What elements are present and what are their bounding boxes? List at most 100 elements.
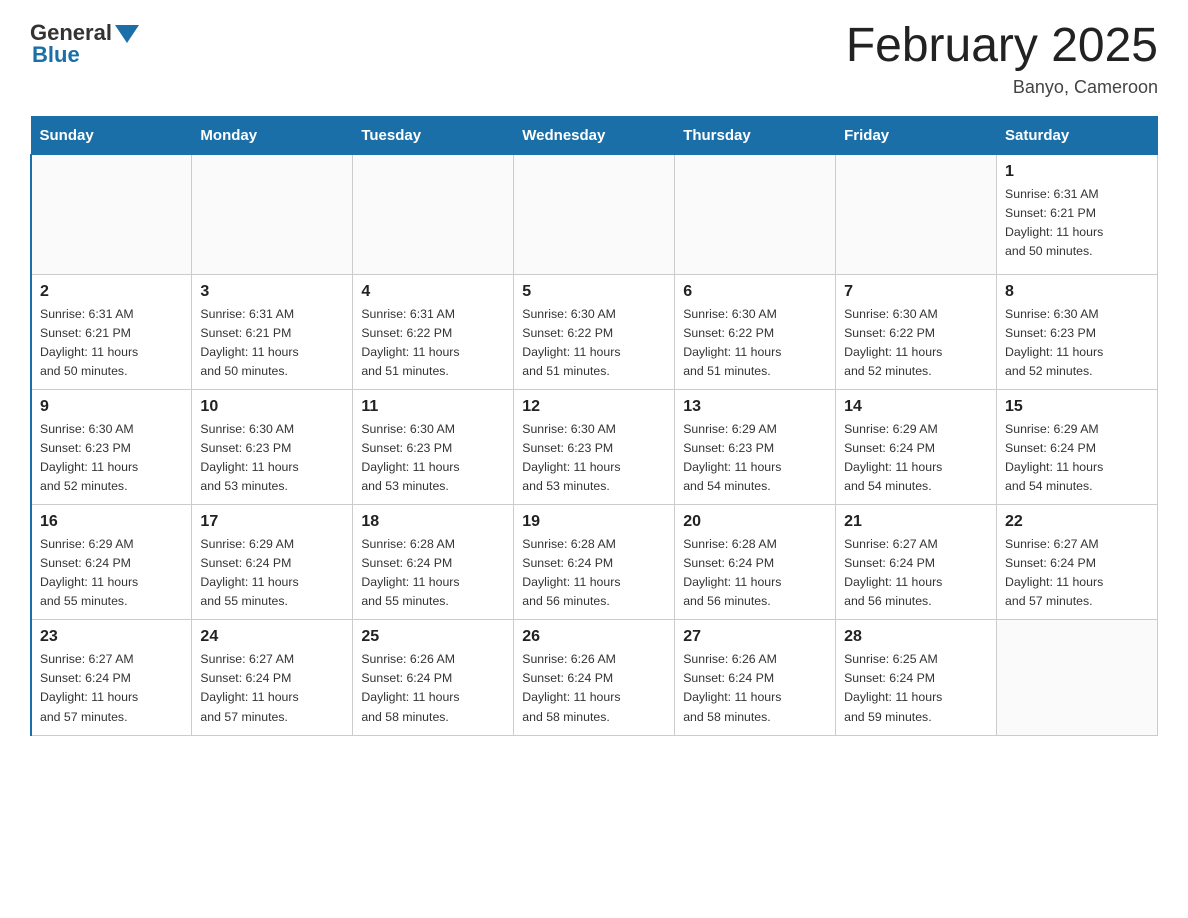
- calendar-cell: 28Sunrise: 6:25 AMSunset: 6:24 PMDayligh…: [836, 620, 997, 735]
- calendar-cell: 7 Sunrise: 6:30 AMSunset: 6:22 PMDaylight…: [836, 274, 997, 389]
- calendar-cell: 6 Sunrise: 6:30 AMSunset: 6:22 PMDaylight…: [675, 274, 836, 389]
- calendar-cell: 22 Sunrise: 6:27 AMSunset: 6:24 PMDayligh…: [997, 505, 1158, 620]
- week-row-5: 23 Sunrise: 6:27 AMSunset: 6:24 PMDayligh…: [31, 620, 1158, 735]
- calendar-cell: 1 Sunrise: 6:31 AMSunset: 6:21 PMDaylight…: [997, 154, 1158, 274]
- day-info: Sunrise: 6:30 AMSunset: 6:23 PMDaylight:…: [522, 420, 666, 496]
- title-block: February 2025 Banyo, Cameroon: [846, 20, 1158, 98]
- calendar-cell: 8 Sunrise: 6:30 AMSunset: 6:23 PMDaylight…: [997, 274, 1158, 389]
- day-number: 6: [683, 283, 827, 301]
- calendar-cell: 23 Sunrise: 6:27 AMSunset: 6:24 PMDayligh…: [31, 620, 192, 735]
- calendar-cell: 14 Sunrise: 6:29 AMSunset: 6:24 PMDayligh…: [836, 389, 997, 504]
- day-number: 26: [522, 628, 666, 646]
- day-info: Sunrise: 6:26 AMSunset: 6:24 PMDaylight:…: [361, 650, 505, 726]
- calendar-cell: 11Sunrise: 6:30 AMSunset: 6:23 PMDayligh…: [353, 389, 514, 504]
- calendar-cell: 12 Sunrise: 6:30 AMSunset: 6:23 PMDayligh…: [514, 389, 675, 504]
- calendar-title: February 2025: [846, 20, 1158, 73]
- day-info: Sunrise: 6:30 AMSunset: 6:22 PMDaylight:…: [683, 305, 827, 381]
- day-number: 27: [683, 628, 827, 646]
- calendar-cell: 4Sunrise: 6:31 AMSunset: 6:22 PMDaylight…: [353, 274, 514, 389]
- calendar-cell: 9 Sunrise: 6:30 AMSunset: 6:23 PMDaylight…: [31, 389, 192, 504]
- calendar-subtitle: Banyo, Cameroon: [846, 77, 1158, 98]
- day-info: Sunrise: 6:29 AMSunset: 6:24 PMDaylight:…: [1005, 420, 1149, 496]
- day-info: Sunrise: 6:27 AMSunset: 6:24 PMDaylight:…: [200, 650, 344, 726]
- day-info: Sunrise: 6:28 AMSunset: 6:24 PMDaylight:…: [361, 535, 505, 611]
- day-info: Sunrise: 6:27 AMSunset: 6:24 PMDaylight:…: [40, 650, 183, 726]
- calendar-cell: 3 Sunrise: 6:31 AMSunset: 6:21 PMDaylight…: [192, 274, 353, 389]
- week-row-4: 16 Sunrise: 6:29 AMSunset: 6:24 PMDayligh…: [31, 505, 1158, 620]
- calendar-cell: [353, 154, 514, 274]
- day-number: 21: [844, 513, 988, 531]
- calendar-cell: [836, 154, 997, 274]
- day-number: 25: [361, 628, 505, 646]
- day-info: Sunrise: 6:30 AMSunset: 6:23 PMDaylight:…: [1005, 305, 1149, 381]
- day-info: Sunrise: 6:30 AMSunset: 6:22 PMDaylight:…: [844, 305, 988, 381]
- day-number: 18: [361, 513, 505, 531]
- day-number: 16: [40, 513, 183, 531]
- calendar-cell: 13 Sunrise: 6:29 AMSunset: 6:23 PMDayligh…: [675, 389, 836, 504]
- weekday-header-saturday: Saturday: [997, 116, 1158, 154]
- logo: General Blue: [30, 20, 139, 68]
- day-info: Sunrise: 6:28 AMSunset: 6:24 PMDaylight:…: [522, 535, 666, 611]
- day-number: 19: [522, 513, 666, 531]
- day-info: Sunrise: 6:29 AMSunset: 6:24 PMDaylight:…: [844, 420, 988, 496]
- day-number: 3: [200, 283, 344, 301]
- calendar-cell: 21 Sunrise: 6:27 AMSunset: 6:24 PMDayligh…: [836, 505, 997, 620]
- day-number: 22: [1005, 513, 1149, 531]
- weekday-header-sunday: Sunday: [31, 116, 192, 154]
- day-number: 1: [1005, 163, 1149, 181]
- day-number: 9: [40, 398, 183, 416]
- logo-blue-text: Blue: [32, 42, 80, 68]
- day-number: 12: [522, 398, 666, 416]
- weekday-header-friday: Friday: [836, 116, 997, 154]
- weekday-header-tuesday: Tuesday: [353, 116, 514, 154]
- day-number: 24: [200, 628, 344, 646]
- weekday-header-monday: Monday: [192, 116, 353, 154]
- day-number: 7: [844, 283, 988, 301]
- day-number: 20: [683, 513, 827, 531]
- day-info: Sunrise: 6:30 AMSunset: 6:22 PMDaylight:…: [522, 305, 666, 381]
- day-number: 13: [683, 398, 827, 416]
- day-info: Sunrise: 6:30 AMSunset: 6:23 PMDaylight:…: [40, 420, 183, 496]
- day-info: Sunrise: 6:30 AMSunset: 6:23 PMDaylight:…: [200, 420, 344, 496]
- weekday-header-thursday: Thursday: [675, 116, 836, 154]
- day-number: 10: [200, 398, 344, 416]
- weekday-header-row: SundayMondayTuesdayWednesdayThursdayFrid…: [31, 116, 1158, 154]
- page-header: General Blue February 2025 Banyo, Camero…: [30, 20, 1158, 98]
- day-info: Sunrise: 6:25 AMSunset: 6:24 PMDaylight:…: [844, 650, 988, 726]
- calendar-cell: 17 Sunrise: 6:29 AMSunset: 6:24 PMDayligh…: [192, 505, 353, 620]
- day-info: Sunrise: 6:27 AMSunset: 6:24 PMDaylight:…: [844, 535, 988, 611]
- day-info: Sunrise: 6:29 AMSunset: 6:23 PMDaylight:…: [683, 420, 827, 496]
- week-row-2: 2Sunrise: 6:31 AMSunset: 6:21 PMDaylight…: [31, 274, 1158, 389]
- calendar-cell: [997, 620, 1158, 735]
- day-info: Sunrise: 6:29 AMSunset: 6:24 PMDaylight:…: [200, 535, 344, 611]
- calendar-cell: 27 Sunrise: 6:26 AMSunset: 6:24 PMDayligh…: [675, 620, 836, 735]
- day-info: Sunrise: 6:29 AMSunset: 6:24 PMDaylight:…: [40, 535, 183, 611]
- calendar-cell: 5 Sunrise: 6:30 AMSunset: 6:22 PMDaylight…: [514, 274, 675, 389]
- day-info: Sunrise: 6:26 AMSunset: 6:24 PMDaylight:…: [683, 650, 827, 726]
- week-row-1: 1 Sunrise: 6:31 AMSunset: 6:21 PMDaylight…: [31, 154, 1158, 274]
- day-info: Sunrise: 6:31 AMSunset: 6:21 PMDaylight:…: [40, 305, 183, 381]
- day-number: 23: [40, 628, 183, 646]
- calendar-cell: 15 Sunrise: 6:29 AMSunset: 6:24 PMDayligh…: [997, 389, 1158, 504]
- day-info: Sunrise: 6:27 AMSunset: 6:24 PMDaylight:…: [1005, 535, 1149, 611]
- week-row-3: 9 Sunrise: 6:30 AMSunset: 6:23 PMDaylight…: [31, 389, 1158, 504]
- day-number: 8: [1005, 283, 1149, 301]
- day-number: 14: [844, 398, 988, 416]
- day-info: Sunrise: 6:28 AMSunset: 6:24 PMDaylight:…: [683, 535, 827, 611]
- day-number: 5: [522, 283, 666, 301]
- logo-arrow-icon: [115, 25, 139, 43]
- day-number: 17: [200, 513, 344, 531]
- calendar-cell: [514, 154, 675, 274]
- calendar-cell: 26Sunrise: 6:26 AMSunset: 6:24 PMDayligh…: [514, 620, 675, 735]
- weekday-header-wednesday: Wednesday: [514, 116, 675, 154]
- calendar-cell: 2Sunrise: 6:31 AMSunset: 6:21 PMDaylight…: [31, 274, 192, 389]
- day-info: Sunrise: 6:31 AMSunset: 6:21 PMDaylight:…: [1005, 185, 1149, 261]
- calendar-cell: [31, 154, 192, 274]
- calendar-cell: 24 Sunrise: 6:27 AMSunset: 6:24 PMDayligh…: [192, 620, 353, 735]
- day-number: 11: [361, 398, 505, 416]
- calendar-cell: 16 Sunrise: 6:29 AMSunset: 6:24 PMDayligh…: [31, 505, 192, 620]
- calendar-cell: [192, 154, 353, 274]
- day-number: 15: [1005, 398, 1149, 416]
- day-info: Sunrise: 6:31 AMSunset: 6:21 PMDaylight:…: [200, 305, 344, 381]
- calendar-cell: 25 Sunrise: 6:26 AMSunset: 6:24 PMDayligh…: [353, 620, 514, 735]
